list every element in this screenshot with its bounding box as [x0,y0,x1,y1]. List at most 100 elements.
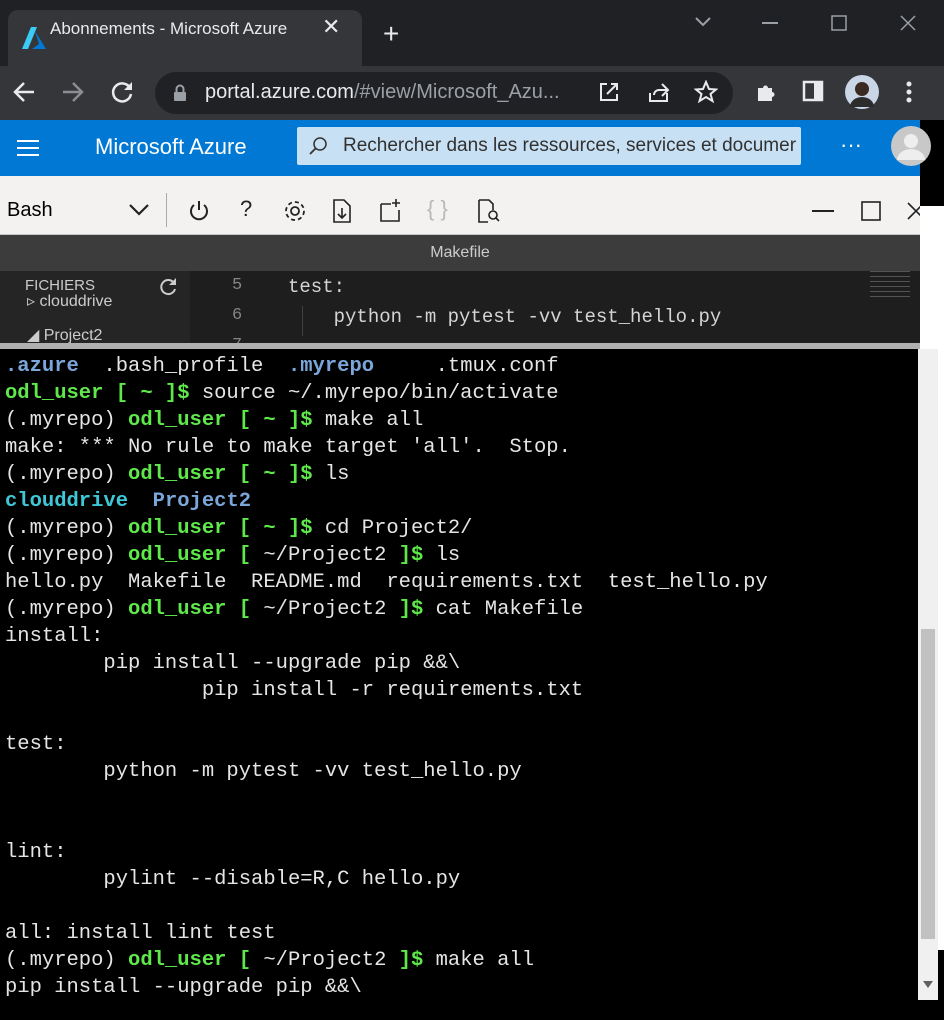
terminal-segment: Project2 [152,490,252,513]
line-number: 5 [232,276,243,295]
terminal-segment: lint: [5,841,67,864]
tab-search-icon[interactable] [694,16,712,28]
terminal-segment: odl_user [ [128,598,264,621]
terminal-segment: (.myrepo) [5,598,129,621]
terminal-line: (.myrepo) odl_user [ ~ ]$ ls [5,461,349,488]
terminal-line: make: *** No rule to make target 'all'. … [5,434,571,461]
file-explorer: FICHIERS ▹ clouddrive ◢ Project2 [0,271,190,343]
terminal-segment: make all [312,409,424,432]
help-icon[interactable]: ? [240,196,252,222]
terminal-line: test: [5,731,67,758]
chevron-down-icon[interactable] [128,203,150,217]
refresh-icon[interactable] [158,277,178,297]
line-number: 6 [232,306,243,325]
search-icon [309,137,327,155]
terminal-line: pip install -r requirements.txt [5,677,583,704]
code-line: python -m pytest -vv test_hello.py [288,306,722,328]
terminal-segment: hello.py Makefile README.md requirements… [5,571,768,594]
terminal-line: odl_user [ ~ ]$ source ~/.myrepo/bin/act… [5,380,559,407]
terminal-segment: cd Project2/ [312,517,473,540]
terminal-segment: make: *** No rule to make target 'all'. … [5,436,571,459]
upload-download-icon[interactable] [330,198,356,224]
toolbar-divider [166,193,167,227]
terminal-segment: pip install --upgrade pip &&\ [5,976,362,999]
profile-avatar[interactable] [845,75,879,109]
shell-maximize-icon[interactable] [861,201,881,221]
url-text[interactable]: portal.azure.com/#view/Microsoft_Azu... [205,81,560,104]
maximize-icon[interactable] [831,15,847,31]
terminal-output[interactable]: .azure .bash_profile .myrepo .tmux.conf o… [0,349,918,1020]
terminal-segment: ]$ [386,544,424,567]
terminal-segment: cat Makefile [423,598,584,621]
azure-brand[interactable]: Microsoft Azure [95,134,247,160]
terminal-line: (.myrepo) odl_user [ ~/Project2 ]$ ls [5,542,460,569]
terminal-segment: source ~/.myrepo/bin/activate [189,382,559,405]
forward-icon[interactable] [61,80,85,104]
terminal-line: python -m pytest -vv test_hello.py [5,758,522,785]
shell-close-icon[interactable] [906,201,920,221]
bookmark-star-icon[interactable] [694,80,718,104]
restart-power-icon[interactable] [188,199,210,223]
tree-item-clouddrive[interactable]: ▹ clouddrive [27,291,112,311]
terminal-segment: ~/Project2 [263,949,387,972]
azure-logo-icon [22,27,46,49]
open-in-app-icon[interactable] [598,81,620,103]
extensions-icon[interactable] [754,80,778,104]
reload-icon[interactable] [109,79,135,105]
terminal-segment: ~/Project2 [263,598,387,621]
terminal-segment: .tmux.conf [374,355,559,378]
open-editor-icon[interactable]: { } [427,196,448,222]
scroll-down-icon[interactable] [923,981,933,989]
terminal-segment: pylint --disable=R,C hello.py [5,868,461,891]
lock-icon[interactable] [173,84,187,102]
terminal-segment: python -m pytest -vv test_hello.py [5,760,522,783]
hamburger-menu-icon[interactable] [17,139,39,157]
terminal-segment: all: install lint test [5,922,276,945]
new-tab-button[interactable]: + [383,20,399,48]
terminal-segment: pip install -r requirements.txt [5,679,584,702]
tree-item-project2[interactable]: ◢ Project2 [27,325,102,343]
code-line: test: [288,276,346,298]
minimap[interactable] [870,271,910,299]
terminal-line: lint: [5,839,67,866]
terminal-segment: odl_user [ ~ ]$ [128,517,313,540]
terminal-segment: odl_user [ ~ ]$ [128,463,313,486]
code-editor[interactable]: 5 test: 6 python -m pytest -vv test_hell… [190,271,920,343]
terminal-segment: odl_user [ [128,544,264,567]
indent-guide [302,306,303,336]
terminal-line: (.myrepo) odl_user [ ~ ]$ cd Project2/ [5,515,473,542]
user-avatar[interactable] [891,126,931,166]
terminal-segment: ls [312,463,350,486]
terminal-segment: (.myrepo) [5,463,129,486]
terminal-segment: (.myrepo) [5,949,129,972]
terminal-line: all: install lint test [5,920,276,947]
scrollbar-thumb[interactable] [921,629,935,939]
terminal-segment: ]$ [386,598,424,621]
terminal-line: (.myrepo) odl_user [ ~/Project2 ]$ cat M… [5,596,583,623]
shell-minimize-icon[interactable] [812,210,834,214]
terminal-line: .azure .bash_profile .myrepo .tmux.conf [5,353,559,380]
terminal-segment: odl_user [ ~ ]$ [5,382,190,405]
terminal-segment: test: [5,733,67,756]
web-preview-icon[interactable] [475,198,501,224]
minimize-icon[interactable] [762,22,778,26]
terminal-segment: install: [5,625,104,648]
terminal-segment: clouddrive [5,490,129,513]
browser-menu-icon[interactable] [905,80,913,104]
terminal-segment: ~/Project2 [263,544,387,567]
terminal-line: pylint --disable=R,C hello.py [5,866,460,893]
terminal-segment: (.myrepo) [5,517,129,540]
new-session-icon[interactable] [377,198,403,224]
terminal-segment: .myrepo [287,355,375,378]
tab-close-icon[interactable]: ✕ [322,14,340,40]
settings-gear-icon[interactable] [283,199,307,223]
terminal-segment: ls [423,544,461,567]
shell-type-select[interactable]: Bash [7,199,53,222]
more-options-icon[interactable]: ··· [840,132,862,158]
terminal-segment: odl_user [ [128,949,264,972]
back-icon[interactable] [12,80,36,104]
window-close-icon[interactable] [900,15,916,31]
share-icon[interactable] [647,81,671,103]
terminal-scrollbar[interactable] [918,349,938,1000]
side-panel-icon[interactable] [802,80,824,102]
